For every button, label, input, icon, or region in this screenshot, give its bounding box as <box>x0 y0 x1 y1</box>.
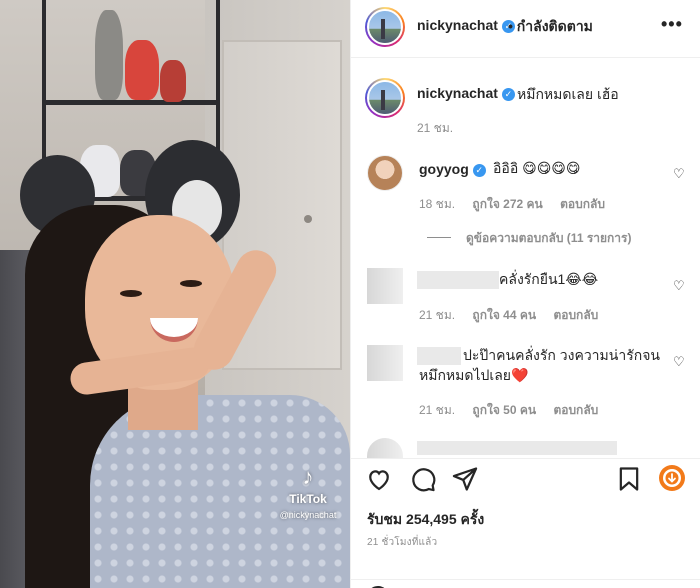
caption-time[interactable]: 21 ชม. <box>417 119 453 138</box>
view-count[interactable]: รับชม 254,495 ครั้ง <box>367 509 484 531</box>
comment-text-line: หมึกหมดไปเลย❤️ <box>419 367 529 383</box>
comment-likes[interactable]: ถูกใจ 50 คน <box>472 403 536 417</box>
shelf-board <box>42 100 220 105</box>
author-avatar[interactable] <box>365 7 405 47</box>
add-comment-bar <box>351 579 700 588</box>
post-panel: nickynachat ✓ • กำลังติดตาม ••• nickynach… <box>350 0 700 588</box>
caption-username[interactable]: nickynachat ✓ <box>417 85 515 101</box>
figure-toy <box>95 10 123 100</box>
heart-outline-icon[interactable]: ♡ <box>673 354 685 370</box>
post-media[interactable]: ♪ TikTok @nickynachat <box>0 0 350 588</box>
figure-toy <box>160 60 186 102</box>
view-replies-button[interactable]: ดูข้อความตอบกลับ (11 รายการ) <box>466 229 631 248</box>
comment-username-blurred[interactable] <box>417 271 499 289</box>
dot-separator: • <box>508 18 513 34</box>
caption-text: หมึกหมดเลย เฮ้อ <box>517 86 619 102</box>
verified-badge-icon: ✓ <box>501 88 515 101</box>
following-label[interactable]: กำลังติดตาม <box>517 18 593 34</box>
comment-username[interactable]: goyyog ✓ <box>419 161 486 177</box>
person-eye <box>120 290 142 297</box>
comment-avatar[interactable] <box>367 155 403 191</box>
post-time[interactable]: 21 ชั่วโมงที่แล้ว <box>367 535 437 550</box>
comment-time[interactable]: 18 ชม. <box>419 197 455 211</box>
caption-avatar[interactable] <box>365 78 405 118</box>
figure-toy <box>125 40 159 100</box>
heart-outline-icon[interactable]: ♡ <box>673 166 685 182</box>
verified-badge-icon: ✓ <box>472 164 486 177</box>
door-knob <box>304 215 312 223</box>
follow-status[interactable]: • กำลังติดตาม <box>508 16 593 38</box>
comment-avatar-blurred[interactable] <box>367 438 403 458</box>
comment-meta: 21 ชม. ถูกใจ 44 คน ตอบกลับ <box>419 306 598 325</box>
comment-reply-button[interactable]: ตอบกลับ <box>560 197 605 211</box>
reel-download-icon[interactable] <box>657 463 687 493</box>
caption-username-text[interactable]: nickynachat <box>417 85 498 101</box>
comment-icon[interactable] <box>409 465 437 493</box>
replies-divider <box>427 237 451 238</box>
comment-avatar-blurred[interactable] <box>367 345 403 381</box>
comment-text-blurred <box>417 441 617 455</box>
comment-meta: 18 ชม. ถูกใจ 272 คน ตอบกลับ <box>419 195 605 214</box>
comment-username-blurred[interactable] <box>417 347 461 365</box>
action-bar: รับชม 254,495 ครั้ง 21 ชั่วโมงที่แล้ว <box>351 458 700 588</box>
comment-text: คลั่งรักยืน1😂😂 <box>499 271 599 287</box>
bookmark-icon[interactable] <box>615 465 643 493</box>
comment-reply-button[interactable]: ตอบกลับ <box>553 403 598 417</box>
tiktok-brand: TikTok <box>289 492 327 506</box>
share-icon[interactable] <box>451 465 479 493</box>
comment-time[interactable]: 21 ชม. <box>419 308 455 322</box>
post-header: nickynachat ✓ • กำลังติดตาม ••• <box>351 0 700 58</box>
author-username-text[interactable]: nickynachat <box>417 17 498 33</box>
comment-reply-button[interactable]: ตอบกลับ <box>553 308 598 322</box>
heart-outline-icon[interactable]: ♡ <box>673 278 685 294</box>
tiktok-icon: ♪ <box>302 464 314 489</box>
comment-avatar-blurred[interactable] <box>367 268 403 304</box>
comment-time[interactable]: 21 ชม. <box>419 403 455 417</box>
comment-username-text[interactable]: goyyog <box>419 161 469 177</box>
heart-icon[interactable] <box>365 465 393 493</box>
tiktok-watermark: ♪ TikTok @nickynachat <box>268 464 348 521</box>
author-username[interactable]: nickynachat ✓ <box>417 17 515 33</box>
comment-likes[interactable]: ถูกใจ 44 คน <box>472 308 536 322</box>
comment-meta: 21 ชม. ถูกใจ 50 คน ตอบกลับ <box>419 401 598 420</box>
more-options-icon[interactable]: ••• <box>661 14 683 35</box>
comment-text: อิอิอิ 😋😋😋😋 <box>493 160 581 176</box>
comment-likes[interactable]: ถูกใจ 272 คน <box>472 197 542 211</box>
tiktok-username: @nickynachat <box>279 510 337 520</box>
comment-text-line: ปะป๊าคนคลั่งรัก วงความน่ารักจน <box>463 347 660 363</box>
person-eye <box>180 280 202 287</box>
